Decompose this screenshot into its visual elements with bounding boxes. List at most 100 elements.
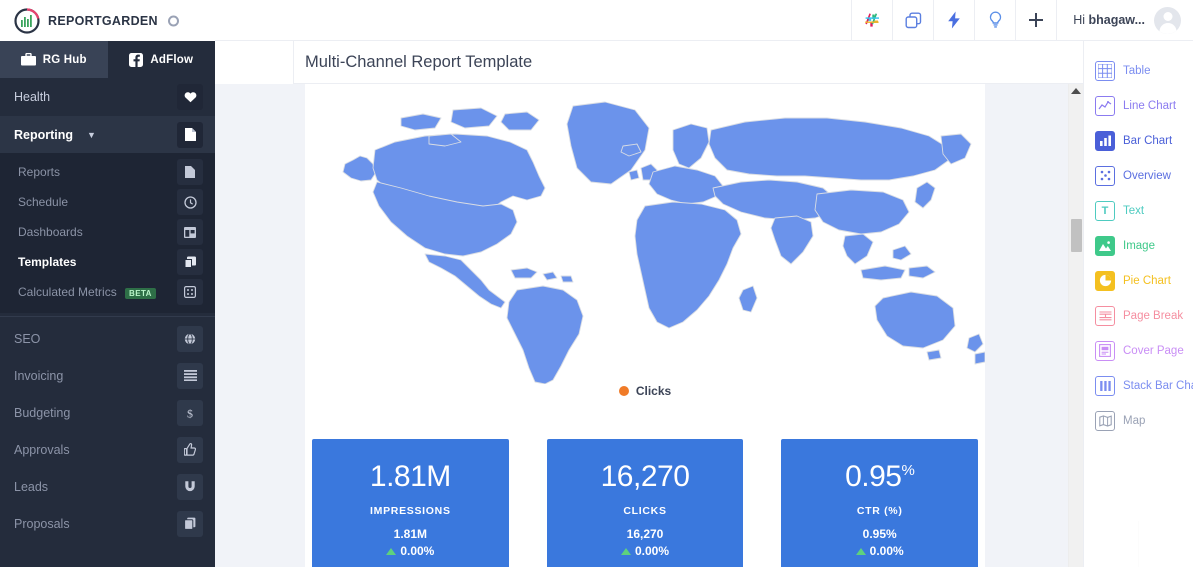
image-icon <box>1095 235 1115 256</box>
scroll-thumb[interactable] <box>1071 219 1082 252</box>
magnet-icon <box>177 473 203 500</box>
layers-icon <box>177 249 203 275</box>
report-canvas: Clicks 1.81M IMPRESSIONS 1.81M 0.00% 16,… <box>215 84 1083 567</box>
metric-value: 0.95% <box>845 460 915 493</box>
canvas-scrollbar[interactable] <box>1068 84 1083 567</box>
widget-item-map-label: Map <box>1123 414 1146 427</box>
metric-delta-value: 0.00% <box>634 544 670 558</box>
sidebar-item-health[interactable]: Health <box>0 78 215 116</box>
sidebar-item-seo[interactable]: SEO <box>0 320 215 357</box>
header-button-automation[interactable] <box>933 0 974 40</box>
lightning-bolt-icon <box>948 11 961 29</box>
page-break-icon <box>1095 305 1115 326</box>
sidebar-item-dashboards[interactable]: Dashboards <box>0 217 215 247</box>
dollar-icon: $ <box>177 399 203 426</box>
sidebar-divider <box>0 316 215 317</box>
metric-label: CLICKS <box>623 505 667 517</box>
plus-icon <box>1029 13 1044 27</box>
map-legend: Clicks <box>305 384 985 398</box>
sidebar-item-schedule-label: Schedule <box>18 195 69 209</box>
top-header: Hi bhagaw... <box>215 0 1193 41</box>
widget-item-cover-page-label: Cover Page <box>1123 344 1184 357</box>
tab-adflow[interactable]: AdFlow <box>107 41 215 78</box>
cover-page-icon <box>1095 340 1115 361</box>
sidebar-tabs: RG Hub AdFlow <box>0 41 215 78</box>
sidebar-item-reporting[interactable]: Reporting ▼ <box>0 116 215 153</box>
widget-item-overview[interactable]: Overview <box>1084 158 1193 193</box>
world-map-widget[interactable]: Clicks <box>305 84 985 414</box>
widget-item-image[interactable]: Image <box>1084 228 1193 263</box>
tab-adflow-label: AdFlow <box>150 53 194 66</box>
sidebar-item-reports[interactable]: Reports <box>0 157 215 187</box>
widget-item-cover-page[interactable]: Cover Page <box>1084 333 1193 368</box>
sidebar-item-seo-label: SEO <box>14 331 41 346</box>
sidebar-item-templates-label: Templates <box>18 255 77 269</box>
sidebar-item-approvals[interactable]: Approvals <box>0 431 215 468</box>
widget-item-map[interactable]: Map <box>1084 403 1193 438</box>
table-icon <box>1095 60 1115 81</box>
dashboard-icon <box>177 219 203 245</box>
trend-up-icon <box>855 547 866 555</box>
widget-item-stack-bar-chart[interactable]: Stack Bar Chart <box>1084 368 1193 403</box>
document-icon <box>177 121 203 148</box>
globe-icon <box>177 325 203 352</box>
sidebar-item-schedule[interactable]: Schedule <box>0 187 215 217</box>
title-left-gap <box>215 41 294 84</box>
widget-item-page-break[interactable]: Page Break <box>1084 298 1193 333</box>
panel-edge-line <box>1138 521 1139 567</box>
widget-item-table[interactable]: Table <box>1084 53 1193 88</box>
widget-item-text[interactable]: T Text <box>1084 193 1193 228</box>
copy-pages-icon <box>177 510 203 537</box>
header-button-add[interactable] <box>1015 0 1056 40</box>
metric-card-clicks[interactable]: 16,270 CLICKS 16,270 0.00% <box>546 439 744 567</box>
slack-icon <box>864 12 879 27</box>
metric-card-ctr[interactable]: 0.95% CTR (%) 0.95% 0.00% <box>781 439 979 567</box>
sidebar-item-invoicing[interactable]: Invoicing <box>0 357 215 394</box>
heart-icon <box>177 84 203 110</box>
scroll-up-arrow-icon[interactable] <box>1071 88 1081 94</box>
metric-delta: 0.00% <box>781 544 978 558</box>
sidebar-item-templates[interactable]: Templates <box>0 247 215 277</box>
sidebar-item-budgeting[interactable]: Budgeting $ <box>0 394 215 431</box>
metric-value: 16,270 <box>600 460 690 493</box>
widget-item-table-label: Table <box>1123 64 1151 77</box>
app-root: REPORTGARDEN RG Hub AdFlow Health Report… <box>0 0 1193 567</box>
text-icon: T <box>1095 200 1115 221</box>
metric-subvalue: 16,270 <box>626 527 664 541</box>
sidebar-item-proposals[interactable]: Proposals <box>0 505 215 542</box>
header-button-ideas[interactable] <box>974 0 1015 40</box>
widget-item-bar-chart[interactable]: Bar Chart <box>1084 123 1193 158</box>
bar-chart-icon <box>1095 130 1115 151</box>
sidebar-subgroup-reporting: Reports Schedule Dashboards Templates Ca… <box>0 153 215 313</box>
user-greeting: Hi bhagaw... <box>1073 13 1145 27</box>
widget-item-line-chart[interactable]: Line Chart <box>1084 88 1193 123</box>
widget-item-bar-chart-label: Bar Chart <box>1123 134 1173 147</box>
facebook-icon <box>129 52 144 67</box>
metric-card-impressions[interactable]: 1.81M IMPRESSIONS 1.81M 0.00% <box>312 439 509 567</box>
header-button-clone[interactable] <box>892 0 933 40</box>
brand-bar: REPORTGARDEN <box>0 0 215 41</box>
svg-text:$: $ <box>187 406 193 420</box>
tab-rg-hub[interactable]: RG Hub <box>0 41 108 78</box>
sidebar-item-leads[interactable]: Leads <box>0 468 215 505</box>
metric-delta-value: 0.00% <box>400 544 435 558</box>
widget-item-page-break-label: Page Break <box>1123 309 1184 322</box>
sidebar-item-invoicing-label: Invoicing <box>14 368 64 383</box>
grid-dots-icon <box>177 279 203 305</box>
collapse-circle-icon[interactable] <box>168 15 179 26</box>
page-title: Multi-Channel Report Template <box>305 52 533 71</box>
left-sidebar: REPORTGARDEN RG Hub AdFlow Health Report… <box>0 0 215 567</box>
widget-item-pie-chart[interactable]: Pie Chart <box>1084 263 1193 298</box>
sidebar-item-leads-label: Leads <box>14 479 49 494</box>
sidebar-item-reporting-label: Reporting <box>14 127 74 142</box>
report-title-bar: Multi-Channel Report Template <box>294 41 1083 84</box>
beta-badge: BETA <box>125 288 156 299</box>
widget-item-stack-bar-chart-label: Stack Bar Chart <box>1123 379 1193 392</box>
sidebar-item-reports-label: Reports <box>18 165 61 179</box>
pie-chart-icon <box>1095 270 1115 291</box>
sidebar-item-calculated-metrics[interactable]: Calculated Metrics BETA <box>0 277 215 307</box>
user-name: bhagaw... <box>1088 13 1146 27</box>
header-button-slack[interactable] <box>851 0 892 40</box>
sidebar-item-calculated-metrics-label: Calculated Metrics <box>18 285 117 299</box>
user-menu[interactable]: Hi bhagaw... <box>1056 0 1193 40</box>
